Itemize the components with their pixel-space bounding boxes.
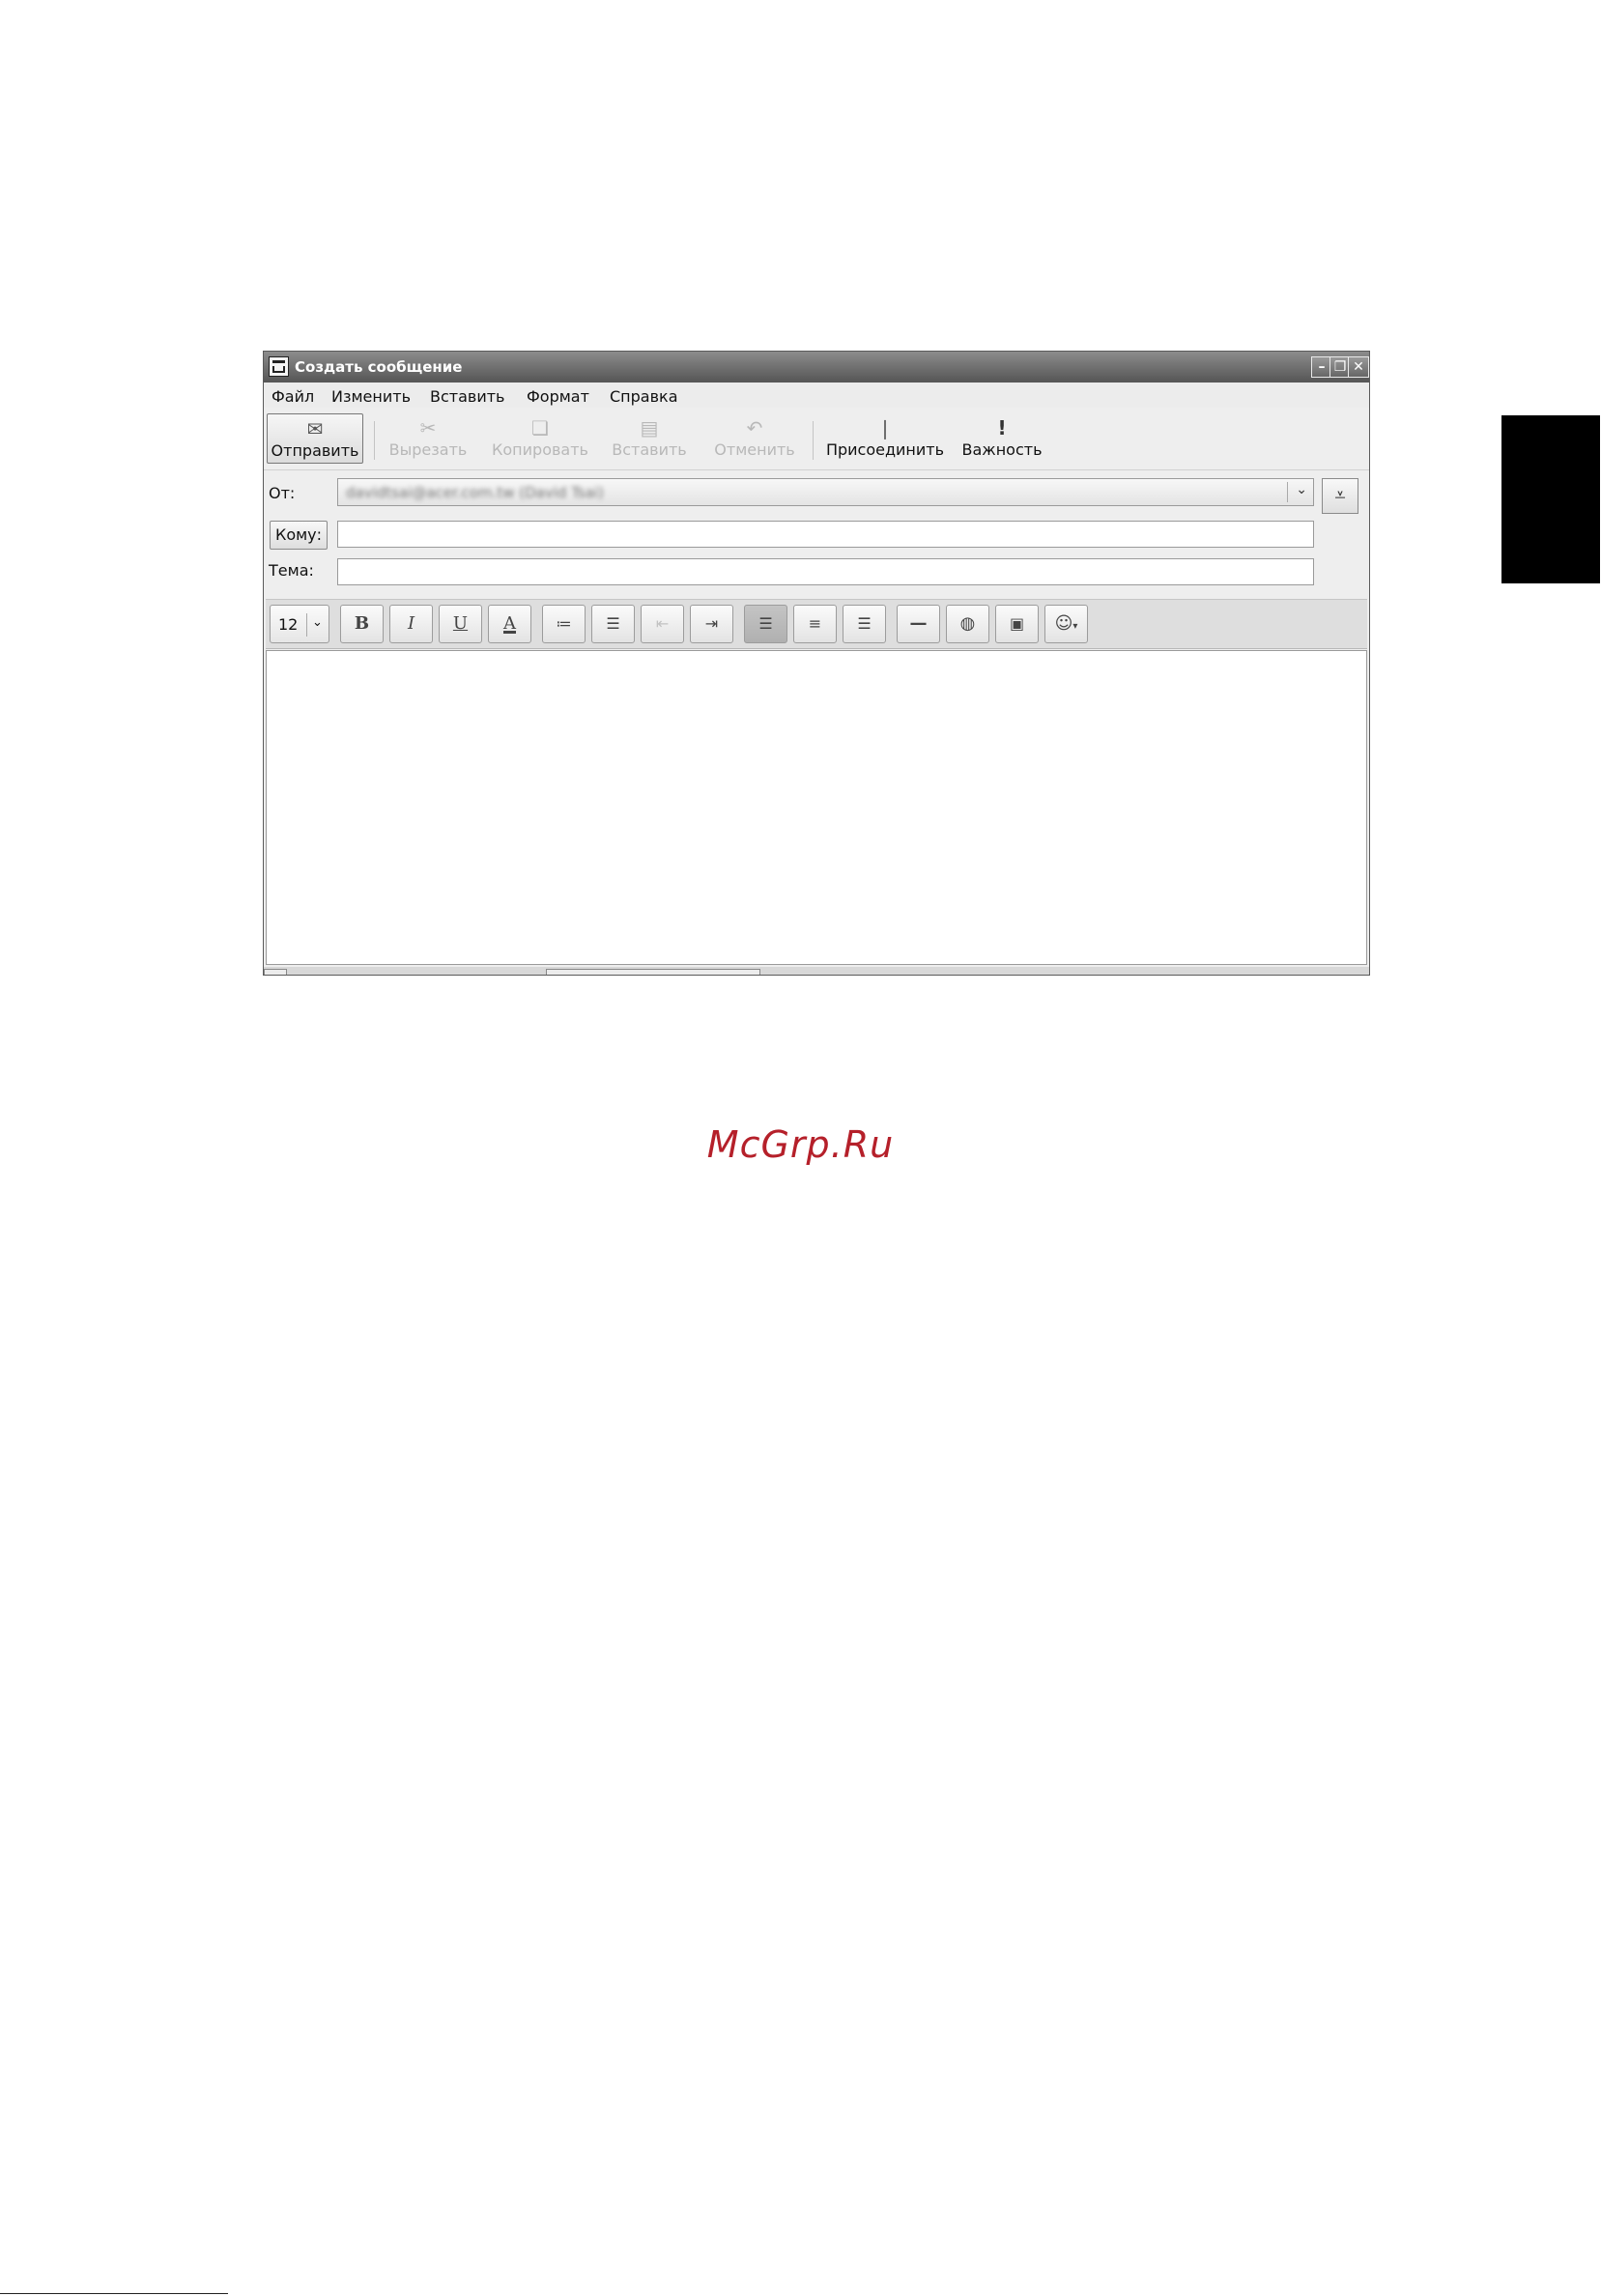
dropdown-arrow-icon: ▾: [1072, 621, 1078, 632]
bold-button[interactable]: B: [340, 605, 384, 643]
align-right-icon: ☰: [857, 614, 872, 633]
menu-file[interactable]: Файл: [272, 387, 314, 406]
copy-icon: ❏: [531, 416, 549, 439]
copy-label: Копировать: [492, 440, 588, 459]
bullet-list-icon: ☰: [606, 614, 620, 633]
status-segment: [264, 969, 287, 975]
close-icon: ✕: [1353, 359, 1364, 375]
message-body-editor[interactable]: [266, 650, 1367, 965]
cut-label: Вырезать: [388, 440, 468, 459]
insert-emoticon-button[interactable]: ☺▾: [1044, 605, 1088, 643]
combo-divider: [306, 613, 307, 637]
from-value: davidtsai@acer.com.tw (David Tsai): [346, 484, 604, 501]
chevron-down-icon: ⌄: [1296, 482, 1307, 497]
send-button[interactable]: ✉ Отправить: [267, 413, 363, 464]
insert-image-button[interactable]: ▣: [995, 605, 1039, 643]
undo-label: Отменить: [714, 440, 795, 459]
undo-button[interactable]: ↶ Отменить: [708, 413, 801, 464]
priority-button[interactable]: ! Важность: [958, 413, 1046, 464]
attach-label: Присоединить: [825, 440, 945, 459]
link-globe-icon: ◍: [959, 613, 976, 634]
numbered-list-icon: ≔: [556, 614, 572, 633]
toolbar-separator: [374, 421, 375, 460]
compose-app-icon: [269, 356, 289, 377]
font-size-select[interactable]: 12 ⌄: [270, 605, 329, 643]
cut-button[interactable]: ✂ Вырезать: [384, 413, 472, 464]
copy-button[interactable]: ❏ Копировать: [488, 413, 592, 464]
to-field[interactable]: [337, 521, 1314, 548]
paste-label: Вставить: [612, 440, 687, 459]
from-label: От:: [269, 484, 296, 502]
undo-icon: ↶: [746, 416, 763, 439]
italic-button[interactable]: I: [389, 605, 433, 643]
close-button[interactable]: ✕: [1348, 356, 1369, 378]
to-button[interactable]: Кому:: [270, 521, 328, 550]
chevron-down-icon: ⌄: [312, 615, 323, 630]
exclamation-icon: !: [997, 416, 1007, 439]
underline-button[interactable]: U: [439, 605, 482, 643]
menu-bar: Файл Изменить Вставить Формат Справка: [264, 383, 1369, 408]
insert-link-button[interactable]: ◍: [946, 605, 989, 643]
attach-button[interactable]: ❘ Присоединить: [822, 413, 948, 464]
send-label: Отправить: [271, 441, 359, 460]
underline-icon: U: [452, 613, 469, 634]
subject-field[interactable]: [337, 558, 1314, 585]
smiley-icon: ☺: [1054, 613, 1073, 634]
outdent-icon: ⇤: [655, 614, 670, 633]
italic-icon: I: [407, 613, 415, 634]
paperclip-icon: ❘: [876, 416, 894, 439]
expand-headers-button[interactable]: ⩡: [1322, 478, 1358, 514]
indent-icon: ⇥: [704, 614, 719, 633]
scissors-icon: ✂: [419, 416, 437, 439]
bullet-list-button[interactable]: ☰: [591, 605, 635, 643]
menu-edit[interactable]: Изменить: [331, 387, 411, 406]
watermark: McGrp.Ru: [706, 1123, 895, 1166]
compose-window: Создать сообщение – ❐ ✕ Файл Изменить Вс…: [263, 351, 1370, 976]
side-tab-marker: [1501, 415, 1600, 583]
numbered-list-button[interactable]: ≔: [542, 605, 586, 643]
menu-insert[interactable]: Вставить: [430, 387, 504, 406]
bold-icon: B: [354, 613, 370, 634]
subject-label: Тема:: [269, 561, 314, 580]
window-title: Создать сообщение: [295, 358, 463, 376]
priority-label: Важность: [961, 440, 1043, 459]
status-segment: [546, 969, 760, 975]
menu-format[interactable]: Формат: [527, 387, 589, 406]
menu-help[interactable]: Справка: [610, 387, 678, 406]
paste-button[interactable]: ▤ Вставить: [604, 413, 695, 464]
text-color-button[interactable]: A: [488, 605, 531, 643]
title-bar[interactable]: Создать сообщение – ❐ ✕: [264, 352, 1369, 383]
image-icon: ▣: [1009, 614, 1025, 633]
format-toolbar: 12 ⌄ B I U A ≔ ☰ ⇤ ⇥ ☰ ≡ ☰ — ◍ ▣ ☺▾: [266, 599, 1367, 649]
expand-down-icon: ⩡: [1334, 483, 1346, 506]
from-select[interactable]: davidtsai@acer.com.tw (David Tsai) ⌄: [337, 478, 1314, 506]
align-left-button[interactable]: ☰: [744, 605, 787, 643]
status-strip: [264, 967, 1369, 975]
text-color-icon: A: [503, 613, 516, 634]
paste-icon: ▤: [640, 416, 659, 439]
align-center-button[interactable]: ≡: [793, 605, 837, 643]
horizontal-rule-icon: —: [909, 613, 928, 634]
horizontal-rule-button[interactable]: —: [897, 605, 940, 643]
align-center-icon: ≡: [808, 614, 822, 633]
main-toolbar: ✉ Отправить ✂ Вырезать ❏ Копировать ▤ Вс…: [264, 410, 1369, 470]
align-left-icon: ☰: [758, 614, 773, 633]
font-size-value: 12: [278, 615, 299, 634]
increase-indent-button[interactable]: ⇥: [690, 605, 733, 643]
send-mail-icon: ✉: [306, 417, 324, 440]
combo-divider: [1287, 482, 1288, 502]
toolbar-separator: [813, 421, 814, 460]
footer-rule: [0, 2293, 228, 2294]
minimize-icon: –: [1318, 359, 1326, 375]
align-right-button[interactable]: ☰: [843, 605, 886, 643]
decrease-indent-button[interactable]: ⇤: [641, 605, 684, 643]
restore-icon: ❐: [1333, 359, 1347, 375]
